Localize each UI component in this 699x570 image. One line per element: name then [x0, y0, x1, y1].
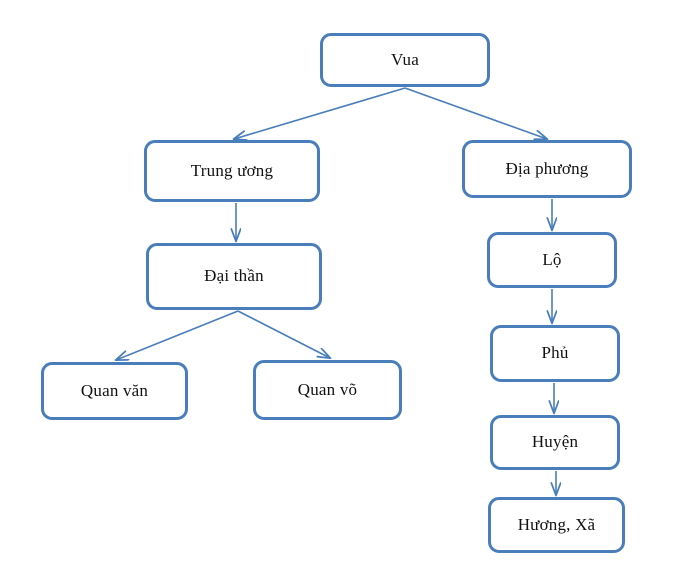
- node-label-trunguong: Trung ương: [190, 160, 274, 180]
- connector-vua-trunguong: [234, 87, 406, 139]
- node-label-quanvo: Quan võ: [297, 379, 358, 399]
- node-label-daithan: Đại thần: [204, 266, 264, 286]
- node-huyen: Huyện: [490, 415, 620, 470]
- node-daithan: Đại thần: [146, 243, 322, 310]
- connector-vua-diaphuong: [404, 87, 547, 139]
- connector-daithan-quanvo: [237, 310, 330, 358]
- node-quanvo: Quan võ: [253, 360, 402, 420]
- node-lo: Lộ: [487, 232, 617, 288]
- node-trunguong: Trung ương: [144, 140, 320, 202]
- node-quanvan: Quan văn: [41, 362, 188, 420]
- node-label-huongxa: Hương, Xã: [517, 514, 596, 534]
- node-label-lo: Lộ: [542, 249, 562, 269]
- connector-daithan-quanvan: [116, 310, 239, 360]
- node-huongxa: Hương, Xã: [488, 497, 625, 553]
- node-diaphuong: Địa phương: [462, 140, 632, 198]
- node-label-diaphuong: Địa phương: [505, 158, 589, 178]
- node-label-phu: Phủ: [541, 343, 569, 363]
- diagram-canvas: Vua Trung ương Địa phương Đại thần Lộ Quan vă…: [0, 0, 699, 570]
- node-phu: Phủ: [490, 325, 620, 382]
- node-vua: Vua: [320, 33, 490, 87]
- node-label-quanvan: Quan văn: [80, 380, 149, 400]
- node-label-huyen: Huyện: [531, 432, 579, 452]
- node-label-vua: Vua: [391, 49, 419, 69]
